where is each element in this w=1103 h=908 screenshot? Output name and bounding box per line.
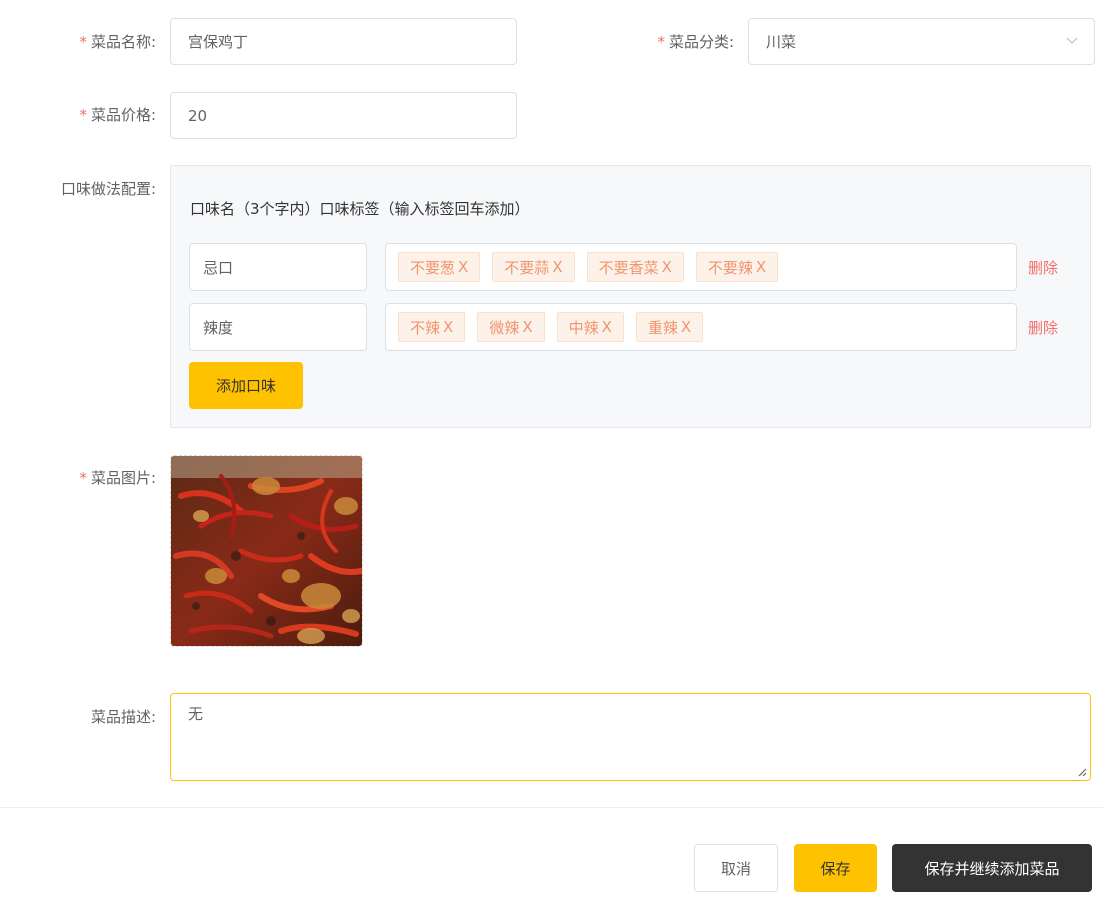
description-textarea[interactable]: 无 [170, 693, 1091, 781]
flavor-name-input[interactable]: 忌口 [189, 243, 367, 291]
required-mark: * [79, 33, 87, 51]
add-flavor-button[interactable]: 添加口味 [189, 362, 303, 409]
flavor-config-label: 口味做法配置: [60, 180, 156, 198]
delete-flavor-button[interactable]: 删除 [1028, 317, 1058, 338]
tag-remove-icon[interactable]: X [522, 318, 532, 336]
required-mark: * [79, 106, 87, 124]
tag-remove-icon[interactable]: X [756, 258, 766, 276]
footer-divider [0, 807, 1103, 808]
flavor-config-panel: 口味名（3个字内）口味标签（输入标签回车添加） 忌口 不要葱 X 不要蒜 X 不要香… [170, 165, 1091, 428]
save-and-continue-button[interactable]: 保存并继续添加菜品 [892, 844, 1092, 892]
flavor-tags-input[interactable]: 不辣 X 微辣 X 中辣 X 重辣 X [385, 303, 1017, 351]
chevron-down-icon [1066, 37, 1078, 44]
resize-handle-icon[interactable] [1077, 767, 1087, 777]
flavor-tag: 微辣 X [477, 312, 545, 342]
dish-name-label: * 菜品名称: [79, 33, 156, 51]
dish-form-page: * 菜品名称: 宫保鸡丁 * 菜品分类: 川菜 * 菜品价格: 20 口味做法配置: … [0, 0, 1103, 908]
tag-remove-icon[interactable]: X [443, 318, 453, 336]
flavor-tag: 不要香菜 X [586, 252, 684, 282]
required-mark: * [657, 33, 665, 51]
description-label: 菜品描述: [90, 708, 156, 726]
tag-remove-icon[interactable]: X [458, 258, 468, 276]
tag-remove-icon[interactable]: X [681, 318, 691, 336]
category-select[interactable]: 川菜 [748, 18, 1095, 65]
price-label: * 菜品价格: [79, 106, 156, 124]
dish-image-label: * 菜品图片: [79, 469, 156, 487]
delete-flavor-button[interactable]: 删除 [1028, 257, 1058, 278]
tag-remove-icon[interactable]: X [662, 258, 672, 276]
flavor-tag: 不要蒜 X [492, 252, 575, 282]
category-label: * 菜品分类: [657, 33, 734, 51]
tag-remove-icon[interactable]: X [602, 318, 612, 336]
dish-photo [171, 456, 362, 646]
flavor-tag: 中辣 X [556, 312, 624, 342]
flavor-tag: 重辣 X [635, 312, 704, 342]
price-input[interactable]: 20 [170, 92, 517, 139]
flavor-tags-input[interactable]: 不要葱 X 不要蒜 X 不要香菜 X 不要辣 X [385, 243, 1017, 291]
flavor-tag: 不要葱 X [398, 252, 481, 282]
dish-image-upload[interactable] [170, 455, 363, 647]
required-mark: * [79, 469, 87, 487]
flavor-tag: 不辣 X [398, 312, 466, 342]
flavor-name-input[interactable]: 辣度 [189, 303, 367, 351]
save-button[interactable]: 保存 [794, 844, 877, 892]
flavor-tag: 不要辣 X [695, 252, 779, 282]
cancel-button[interactable]: 取消 [694, 844, 778, 892]
flavor-header: 口味名（3个字内）口味标签（输入标签回车添加） [190, 200, 530, 218]
dish-name-input[interactable]: 宫保鸡丁 [170, 18, 517, 65]
tag-remove-icon[interactable]: X [552, 258, 562, 276]
